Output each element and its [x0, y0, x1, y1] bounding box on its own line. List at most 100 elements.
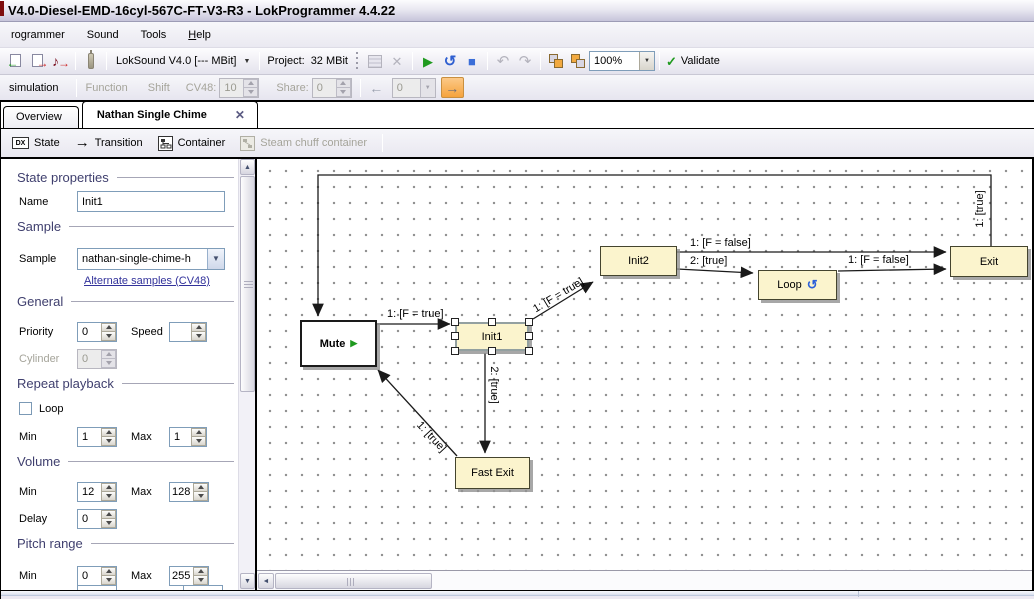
panel-scrollbar[interactable]: ▲ ▼ — [238, 159, 255, 590]
selection-handle[interactable] — [525, 347, 533, 355]
decoder-type-dropdown[interactable]: LokSound V4.0 [--- MBit] ▼ — [111, 51, 255, 72]
pitch-max-stepper[interactable]: 255 — [169, 566, 209, 586]
window-title: V4.0-Diesel-EMD-16cyl-567C-FT-V3-R3 - Lo… — [8, 3, 395, 18]
selection-handle[interactable] — [451, 332, 459, 340]
play-button[interactable]: ▶ — [417, 50, 439, 72]
section-general: General — [17, 294, 234, 309]
chevron-down-icon[interactable]: ▼ — [207, 249, 224, 269]
add-state-button[interactable]: DX State — [8, 135, 64, 151]
volume-max-stepper[interactable]: 128 — [169, 482, 209, 502]
repeat-max-label: Max — [117, 431, 169, 443]
menu-item-programmer[interactable]: rogrammer — [0, 25, 76, 45]
add-transition-button[interactable]: → Transition — [71, 135, 147, 151]
name-field[interactable] — [77, 191, 225, 212]
write-sound-button[interactable]: ♪→ — [49, 50, 71, 72]
selection-handle[interactable] — [451, 347, 459, 355]
scroll-down-button[interactable]: ▼ — [240, 573, 255, 589]
send-to-back-icon — [570, 54, 586, 69]
repeat-min-stepper[interactable]: 1 — [77, 427, 117, 447]
status-pane-divider — [858, 591, 859, 597]
separator — [540, 52, 541, 70]
stop-icon: ■ — [468, 55, 476, 68]
edge-init2-to-loop[interactable] — [677, 269, 753, 273]
selection-handle[interactable] — [488, 318, 496, 326]
zoom-value: 100% — [590, 55, 639, 67]
priority-stepper[interactable]: 0 — [77, 322, 117, 342]
pitch-max-label: Max — [117, 570, 169, 582]
selection-handle[interactable] — [451, 318, 459, 326]
menu-item-tools[interactable]: Tools — [130, 25, 178, 45]
repeat-max-stepper[interactable]: 1 — [169, 427, 207, 447]
menu-item-help[interactable]: Help — [177, 25, 222, 45]
toolbar-drag-handle[interactable] — [355, 52, 360, 70]
nav-index-dropdown-disabled: 0 ▼ — [392, 78, 436, 98]
speed-stepper[interactable] — [169, 322, 207, 342]
edge-label[interactable]: 1: [true] — [974, 190, 986, 227]
selection-handle[interactable] — [525, 318, 533, 326]
selection-handle[interactable] — [525, 332, 533, 340]
node-exit[interactable]: Exit — [950, 246, 1028, 277]
chevron-down-icon: ▼ — [420, 79, 435, 97]
edge-loop-to-exit[interactable] — [838, 269, 946, 271]
loop-playback-button[interactable]: ↺ — [439, 50, 461, 72]
node-fast-exit[interactable]: Fast Exit — [455, 457, 530, 489]
menu-bar: rogrammer Sound Tools Help — [0, 22, 1034, 48]
scroll-up-button[interactable]: ▲ — [240, 159, 255, 175]
alternate-samples-link[interactable]: Alternate samples (CV48) — [84, 275, 210, 287]
read-decoder-button[interactable]: ← — [5, 50, 27, 72]
close-tab-icon[interactable]: ✕ — [235, 108, 245, 122]
add-container-button[interactable]: Container — [154, 134, 230, 153]
loop-icon: ↺ — [807, 277, 818, 293]
edge-label[interactable]: 1: [F = false] — [848, 254, 909, 266]
write-decoder-button[interactable]: → — [27, 50, 49, 72]
chevron-down-icon: ▼ — [243, 58, 250, 65]
share-stepper: 0 — [312, 78, 352, 98]
connection-button[interactable] — [80, 50, 102, 72]
tab-nathan-single-chime[interactable]: Nathan Single Chime ✕ — [82, 101, 258, 128]
state-icon: DX — [12, 137, 29, 149]
speed-label: Speed — [117, 326, 169, 338]
bring-to-front-icon — [548, 54, 564, 69]
bring-to-front-button[interactable] — [545, 50, 567, 72]
scrollbar-thumb[interactable] — [275, 573, 432, 589]
nav-forward-button[interactable]: → — [441, 77, 464, 98]
loop-label: Loop — [39, 403, 63, 415]
diagram-canvas[interactable]: 1: [true] 1: [F = true] 1: [F = true] 2:… — [257, 159, 1034, 590]
scrollbar-thumb[interactable] — [240, 176, 255, 392]
zoom-select[interactable]: 100% ▼ — [589, 51, 655, 71]
chevron-down-icon[interactable]: ▼ — [639, 52, 654, 70]
loop-icon: ↺ — [444, 54, 457, 69]
edge-label[interactable]: 2: [true] — [488, 366, 500, 403]
loop-checkbox[interactable] — [19, 402, 32, 415]
edge-label[interactable]: 1: [true] — [414, 419, 448, 454]
delay-label: Delay — [19, 513, 77, 525]
canvas-horizontal-scrollbar[interactable]: ◄ — [257, 570, 1032, 590]
send-to-back-button[interactable] — [567, 50, 589, 72]
pitch-min-stepper[interactable]: 0 — [77, 566, 117, 586]
node-init2[interactable]: Init2 — [600, 246, 677, 276]
delay-stepper[interactable]: 0 — [77, 509, 117, 529]
node-mute[interactable]: Mute ▶ — [300, 320, 377, 367]
stop-button[interactable]: ■ — [461, 50, 483, 72]
undo-button-disabled: ↶ — [492, 50, 514, 72]
volume-min-stepper[interactable]: 12 — [77, 482, 117, 502]
title-bar: V4.0-Diesel-EMD-16cyl-567C-FT-V3-R3 - Lo… — [0, 0, 1034, 22]
node-loop[interactable]: Loop ↺ — [758, 270, 837, 300]
section-sample: Sample — [17, 219, 234, 234]
edge-label[interactable]: 1: [F = true] — [531, 276, 586, 315]
section-pitch-range: Pitch range — [17, 536, 234, 551]
sample-select[interactable]: nathan-single-chime-h ▼ — [77, 248, 225, 270]
edge-label[interactable]: 2: [true] — [690, 255, 727, 267]
tab-overview[interactable]: Overview — [3, 106, 79, 128]
write-decoder-icon: → — [31, 54, 46, 69]
separator — [382, 134, 383, 152]
validate-button[interactable]: ✓ Validate — [664, 50, 722, 72]
selection-handle[interactable] — [488, 347, 496, 355]
edge-label[interactable]: 1: [F = true] — [387, 308, 444, 320]
window-left-border — [0, 102, 1, 599]
scroll-left-button[interactable]: ◄ — [258, 573, 274, 589]
edge-label[interactable]: 1: [F = false] — [690, 237, 751, 249]
name-label: Name — [19, 196, 77, 208]
menu-item-sound[interactable]: Sound — [76, 25, 130, 45]
nav-back-button[interactable]: ← — [365, 77, 388, 98]
